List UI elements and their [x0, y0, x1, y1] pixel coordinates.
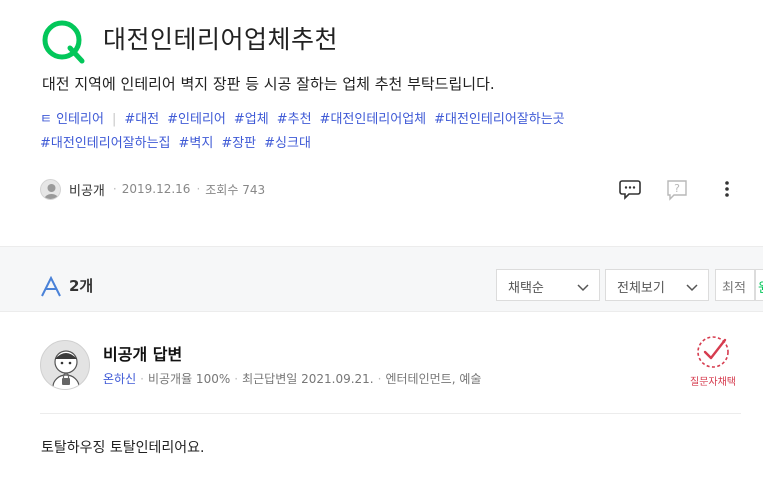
svg-text:?: ?: [674, 182, 680, 195]
tag-item[interactable]: #인테리어: [167, 112, 226, 127]
extra-option-label: 원: [758, 277, 763, 296]
tag-item[interactable]: #대전: [124, 112, 159, 127]
answer-avatar: [40, 340, 90, 390]
meta-dot: ·: [196, 182, 201, 196]
question-views: 조회수 743: [205, 182, 266, 197]
answer-field: 엔터테인먼트, 예술: [385, 372, 482, 386]
meta-dot: ·: [234, 372, 239, 386]
tag-item[interactable]: #싱크대: [264, 136, 311, 151]
meta-dot: ·: [377, 372, 382, 386]
meta-dot: ·: [140, 372, 144, 386]
answer-title: 비공개 답변: [103, 345, 183, 364]
tag-list-row1: ㅌ 인테리어 | #대전 #인테리어 #업체 #추천 #대전인테리어업체 #대전인테리어잘하는…: [40, 108, 763, 127]
order-select[interactable]: 최적: [715, 269, 755, 301]
tag-item[interactable]: #대전인테리어잘하는곳: [434, 112, 565, 127]
adopt-label: 질문자채택: [690, 377, 736, 388]
view-filter-value: 전체보기: [617, 281, 665, 296]
question-q-icon: [40, 18, 88, 66]
question-title: 대전인테리어업체추천: [103, 25, 339, 54]
questioner-adopted-badge: 질문자채택: [685, 334, 741, 388]
question-meta: 비공개 · 2019.12.16 · 조회수 743: [40, 178, 271, 200]
tag-item[interactable]: #대전인테리어업체: [320, 112, 427, 127]
answer-count: 2개: [69, 277, 94, 295]
answer-a-icon: [40, 275, 62, 304]
tag-item[interactable]: #업체: [234, 112, 269, 127]
author-avatar: [40, 178, 61, 200]
question-body: 대전 지역에 인테리어 벽지 장판 등 시공 잘하는 업체 추천 부탁드립니다.: [42, 75, 495, 93]
sort-select-value: 채택순: [508, 281, 544, 296]
tag-list-row2: #대전인테리어잘하는집 #벽지 #장판 #싱크대: [40, 132, 763, 151]
more-icon: [716, 181, 738, 206]
comment-icon: [618, 180, 642, 206]
answer-private-ratio: 비공개율 100%: [147, 372, 231, 386]
tag-item[interactable]: #장판: [221, 136, 256, 151]
question-date: 2019.12.16: [121, 182, 191, 196]
view-filter-select[interactable]: 전체보기: [605, 269, 709, 301]
report-icon: ?: [665, 180, 689, 206]
comment-button[interactable]: [618, 176, 642, 202]
answer-recent-date: 최근답변일 2021.09.21.: [242, 372, 374, 386]
category-separator: |: [111, 112, 117, 127]
answer-grade[interactable]: 온하신: [103, 372, 136, 386]
chevron-down-icon: [577, 281, 589, 296]
answer-meta: 온하신 · 비공개율 100% · 최근답변일 2021.09.21. · 엔터테인먼트, …: [103, 370, 481, 387]
extra-option-tab[interactable]: 원: [755, 269, 763, 301]
meta-dot: ·: [112, 182, 117, 196]
tag-item[interactable]: #벽지: [179, 136, 214, 151]
adopt-check-icon: [685, 334, 741, 370]
more-options-button[interactable]: [716, 176, 738, 202]
question-author[interactable]: 비공개: [69, 180, 105, 199]
answer-divider: [40, 413, 741, 414]
answers-bar: 2개 채택순 전체보기 최적 원: [0, 246, 763, 312]
order-select-value: 최적: [722, 281, 746, 296]
category-link[interactable]: ㅌ 인테리어: [40, 112, 104, 127]
answer-body: 토탈하우징 토탈인테리어요.: [41, 440, 205, 456]
report-button[interactable]: ?: [665, 176, 689, 202]
chevron-down-icon: [686, 281, 698, 296]
tag-item[interactable]: #대전인테리어잘하는집: [40, 136, 171, 151]
tag-item[interactable]: #추천: [277, 112, 312, 127]
sort-select[interactable]: 채택순: [496, 269, 600, 301]
